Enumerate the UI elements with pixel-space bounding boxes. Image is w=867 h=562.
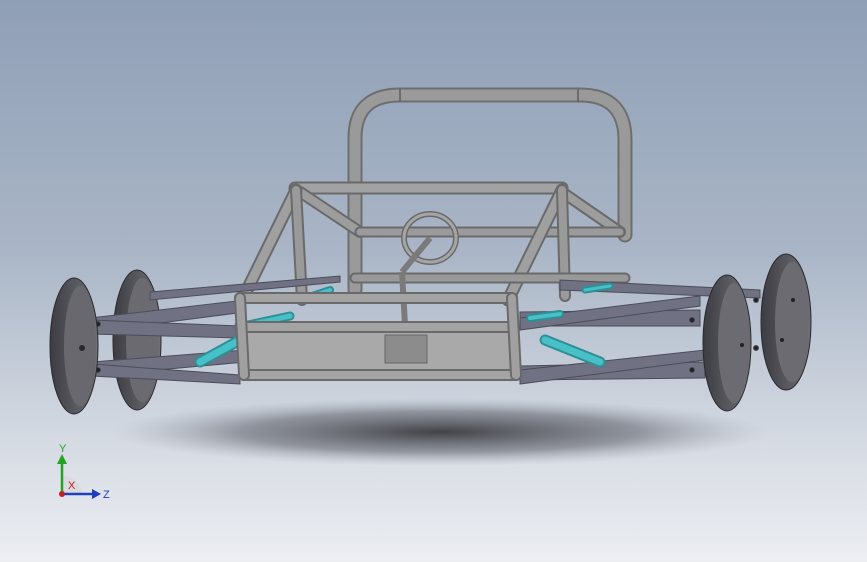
rear-right-wheel[interactable] (760, 253, 812, 391)
front-left-wheel[interactable] (49, 277, 99, 415)
front-right-wheel[interactable] (702, 274, 752, 412)
go-kart-chassis-model[interactable] (0, 0, 867, 562)
z-axis-label: Z (103, 489, 110, 501)
y-axis-label: Y (59, 443, 67, 455)
rear-left-wheel[interactable] (112, 269, 162, 411)
x-axis-label: X (68, 480, 76, 492)
graphics-viewport[interactable]: Y Z X (0, 0, 867, 562)
x-axis-arrow (59, 491, 65, 497)
view-orientation-triad[interactable]: Y Z X (48, 440, 118, 510)
ground-shadow (110, 398, 770, 466)
